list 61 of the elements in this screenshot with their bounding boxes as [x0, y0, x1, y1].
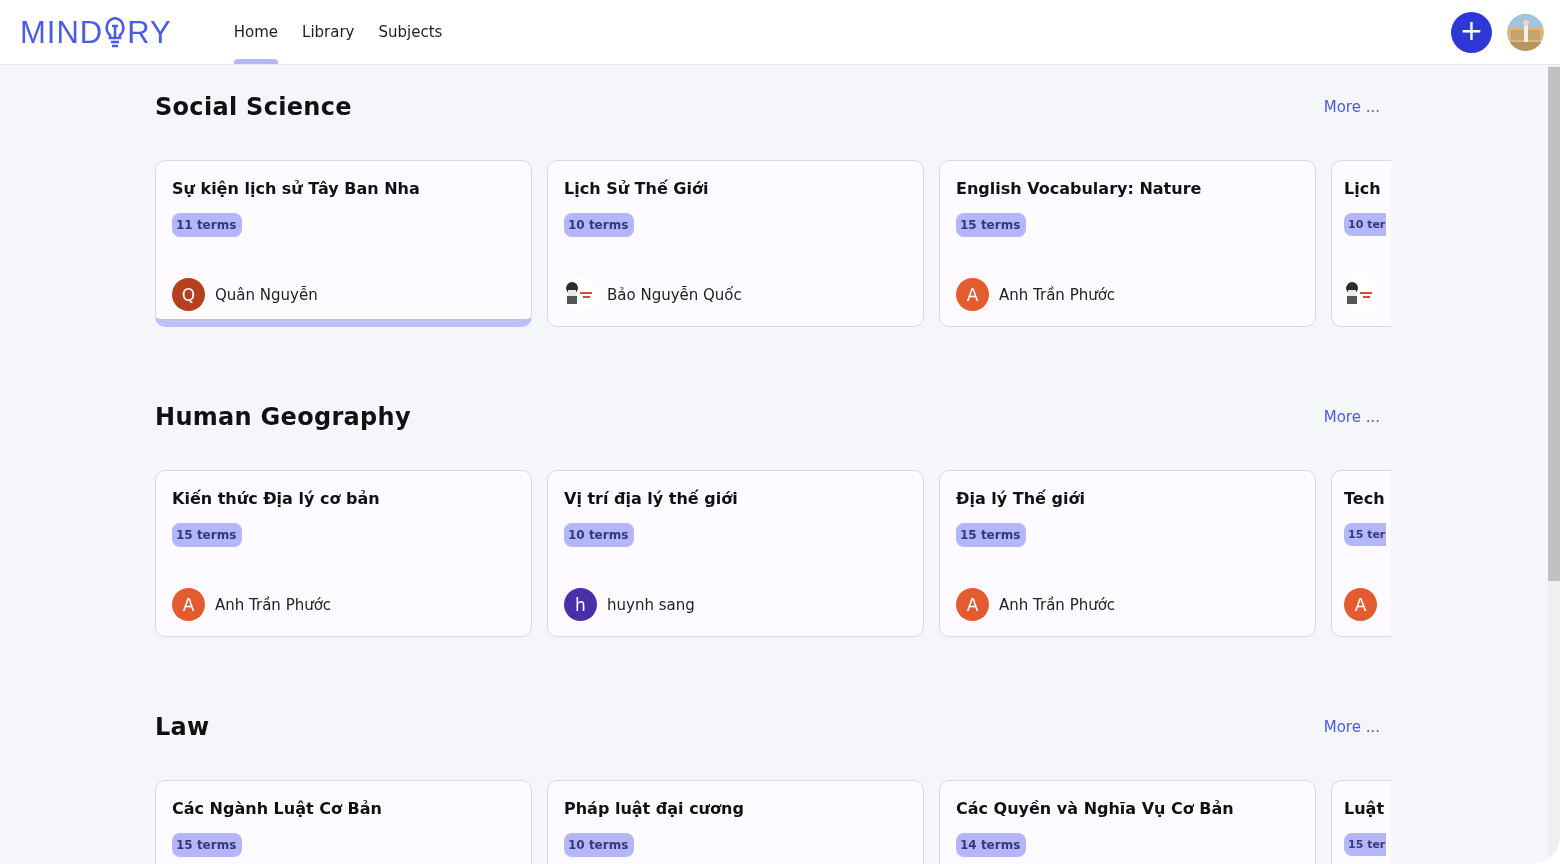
nav-tab[interactable]: Home — [233, 0, 279, 64]
section-title: Social Science — [155, 93, 352, 121]
card-title: Các Ngành Luật Cơ Bản — [172, 798, 383, 820]
card-title: Luật — [1344, 798, 1386, 820]
card-title: Lịch — [1344, 178, 1382, 200]
author-name: huynh sang — [607, 595, 695, 614]
lightbulb-icon — [104, 15, 127, 49]
terms-count: 15 ter — [1344, 833, 1387, 856]
author-name: Anh Trần Phước — [999, 285, 1116, 304]
study-set-card[interactable]: Các Ngành Luật Cơ Bản 15 terms — [155, 780, 532, 864]
section-title: Law — [155, 713, 210, 741]
card-title: Kiến thức Địa lý cơ bản — [172, 488, 381, 510]
more-link[interactable]: More ... — [1323, 718, 1380, 736]
study-set-card[interactable]: Lịch 10 ter — [1331, 160, 1391, 327]
study-set-card[interactable]: Vị trí địa lý thế giới 10 terms h huynh sang — [547, 470, 924, 637]
study-set-card[interactable]: Địa lý Thế giới 15 terms A Anh Trần Phước — [939, 470, 1316, 637]
add-button[interactable]: + — [1451, 11, 1492, 53]
card-title: Địa lý Thế giới — [956, 488, 1086, 510]
section-title: Human Geography — [155, 403, 411, 431]
user-avatar: A — [956, 278, 989, 311]
user-avatar: A — [956, 588, 989, 621]
profile-avatar[interactable] — [1507, 13, 1544, 51]
study-set-card[interactable]: Lịch Sử Thế Giới 10 terms Bảo Nguyễn Quốc — [547, 160, 924, 327]
study-set-card[interactable]: Luật 15 ter — [1331, 780, 1391, 864]
terms-count: 15 terms — [956, 523, 1027, 547]
study-set-card[interactable]: Kiến thức Địa lý cơ bản 15 terms A Anh Trần Phước — [155, 470, 532, 637]
more-link[interactable]: More ... — [1323, 98, 1380, 116]
terms-count: 10 terms — [564, 213, 635, 237]
user-avatar: A — [1344, 588, 1377, 621]
study-set-card[interactable]: Các Quyền và Nghĩa Vụ Cơ Bản 14 terms — [939, 780, 1316, 864]
terms-count: 15 terms — [172, 833, 243, 857]
author-name: Anh Trần Phước — [215, 595, 332, 614]
card-title: English Vocabulary: Nature — [956, 178, 1203, 200]
terms-count: 10 terms — [564, 523, 635, 547]
card-title: Vị trí địa lý thế giới — [564, 488, 739, 510]
card-title: Sự kiện lịch sử Tây Ban Nha — [172, 178, 421, 200]
user-avatar: A — [172, 588, 205, 621]
terms-count: 14 terms — [956, 833, 1027, 857]
card-title: Pháp luật đại cương — [564, 798, 745, 820]
nav-tab[interactable]: Subjects — [378, 0, 443, 64]
study-set-card[interactable]: English Vocabulary: Nature 15 terms A Anh Trần Phước — [939, 160, 1316, 327]
mindory-logo[interactable]: MIND RY — [20, 15, 172, 49]
nav-tab[interactable]: Library — [302, 0, 355, 64]
author-name: Anh Trần Phước — [999, 595, 1116, 614]
study-set-card[interactable]: Sự kiện lịch sử Tây Ban Nha 11 terms Q Quân Nguyễn — [155, 160, 532, 327]
terms-count: 15 terms — [172, 523, 243, 547]
terms-count: 15 ter — [1344, 523, 1387, 546]
terms-count: 11 terms — [172, 213, 243, 237]
more-link[interactable]: More ... — [1323, 408, 1380, 426]
author-name: Quân Nguyễn — [215, 285, 318, 304]
terms-count: 15 terms — [956, 213, 1027, 237]
author-name: Bảo Nguyễn Quốc — [607, 285, 742, 304]
study-set-card[interactable]: Tech 15 ter A — [1331, 470, 1391, 637]
terms-count: 10 terms — [564, 833, 635, 857]
user-avatar: h — [564, 588, 597, 621]
card-title: Các Quyền và Nghĩa Vụ Cơ Bản — [956, 798, 1235, 820]
card-title: Tech — [1344, 488, 1386, 510]
terms-count: 10 ter — [1344, 213, 1387, 236]
card-title: Lịch Sử Thế Giới — [564, 178, 710, 200]
study-set-card[interactable]: Pháp luật đại cương 10 terms — [547, 780, 924, 864]
user-avatar: Q — [172, 278, 205, 311]
